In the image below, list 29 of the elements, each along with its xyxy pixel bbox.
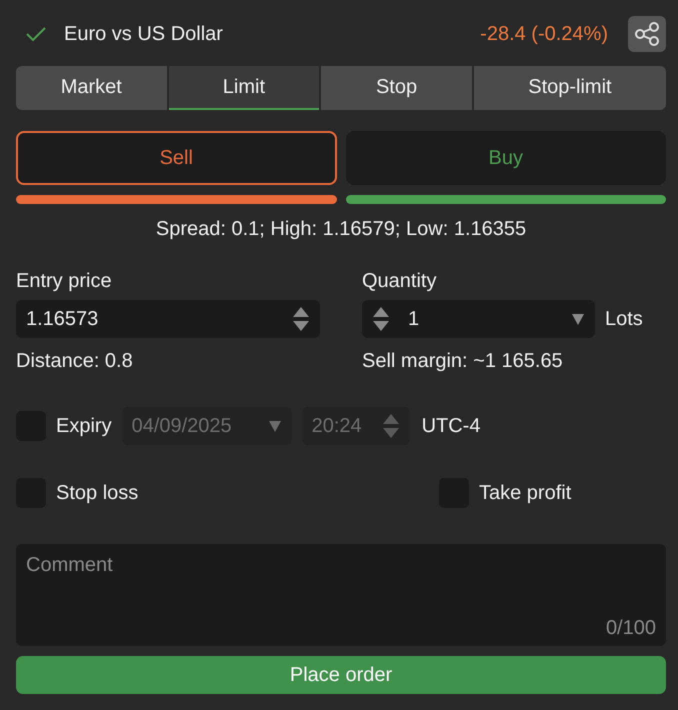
checkbox-label: Stop loss <box>56 482 138 504</box>
price-change: -28.4 (-0.24%) <box>480 22 608 46</box>
checkbox-label: Take profit <box>479 482 572 504</box>
side-button[interactable]: Buy <box>346 131 666 185</box>
spinner-arrows-icon[interactable] <box>292 306 310 332</box>
quantity-field[interactable]: 1 <box>362 300 595 338</box>
order-type-tab[interactable]: Stop <box>321 66 472 110</box>
instrument-title: Euro vs US Dollar <box>64 22 224 46</box>
spinner-arrows-icon[interactable] <box>372 306 390 332</box>
distance-text: Distance: 0.8 <box>16 350 134 373</box>
checkmark-icon <box>25 26 47 42</box>
order-type-tab[interactable]: Limit <box>168 66 320 110</box>
order-type-tab[interactable]: Stop-limit <box>474 66 666 110</box>
dropdown-arrow-icon[interactable] <box>268 419 282 433</box>
field-label: Quantity <box>362 270 438 294</box>
timezone-label: UTC-4 <box>422 414 480 438</box>
dropdown-arrow-icon[interactable] <box>571 312 585 326</box>
order-type-tab[interactable]: Market <box>16 66 167 110</box>
share-button[interactable] <box>628 16 666 52</box>
checkbox-label: Expiry <box>56 414 112 438</box>
character-counter: 0/100 <box>606 617 656 640</box>
entry-price-field[interactable]: 1.16573 <box>16 300 320 338</box>
spinner-arrows-icon[interactable] <box>382 413 400 439</box>
side-button[interactable]: Sell <box>16 131 336 185</box>
field-label: Entry price <box>16 270 113 294</box>
unit-label: Lots <box>605 308 643 330</box>
margin-text: Sell margin: ~1 165.65 <box>362 350 564 373</box>
price-stats: Spread: 0.1; High: 1.16579; Low: 1.16355 <box>154 218 528 242</box>
place-order-button[interactable]: Place order <box>16 656 666 694</box>
